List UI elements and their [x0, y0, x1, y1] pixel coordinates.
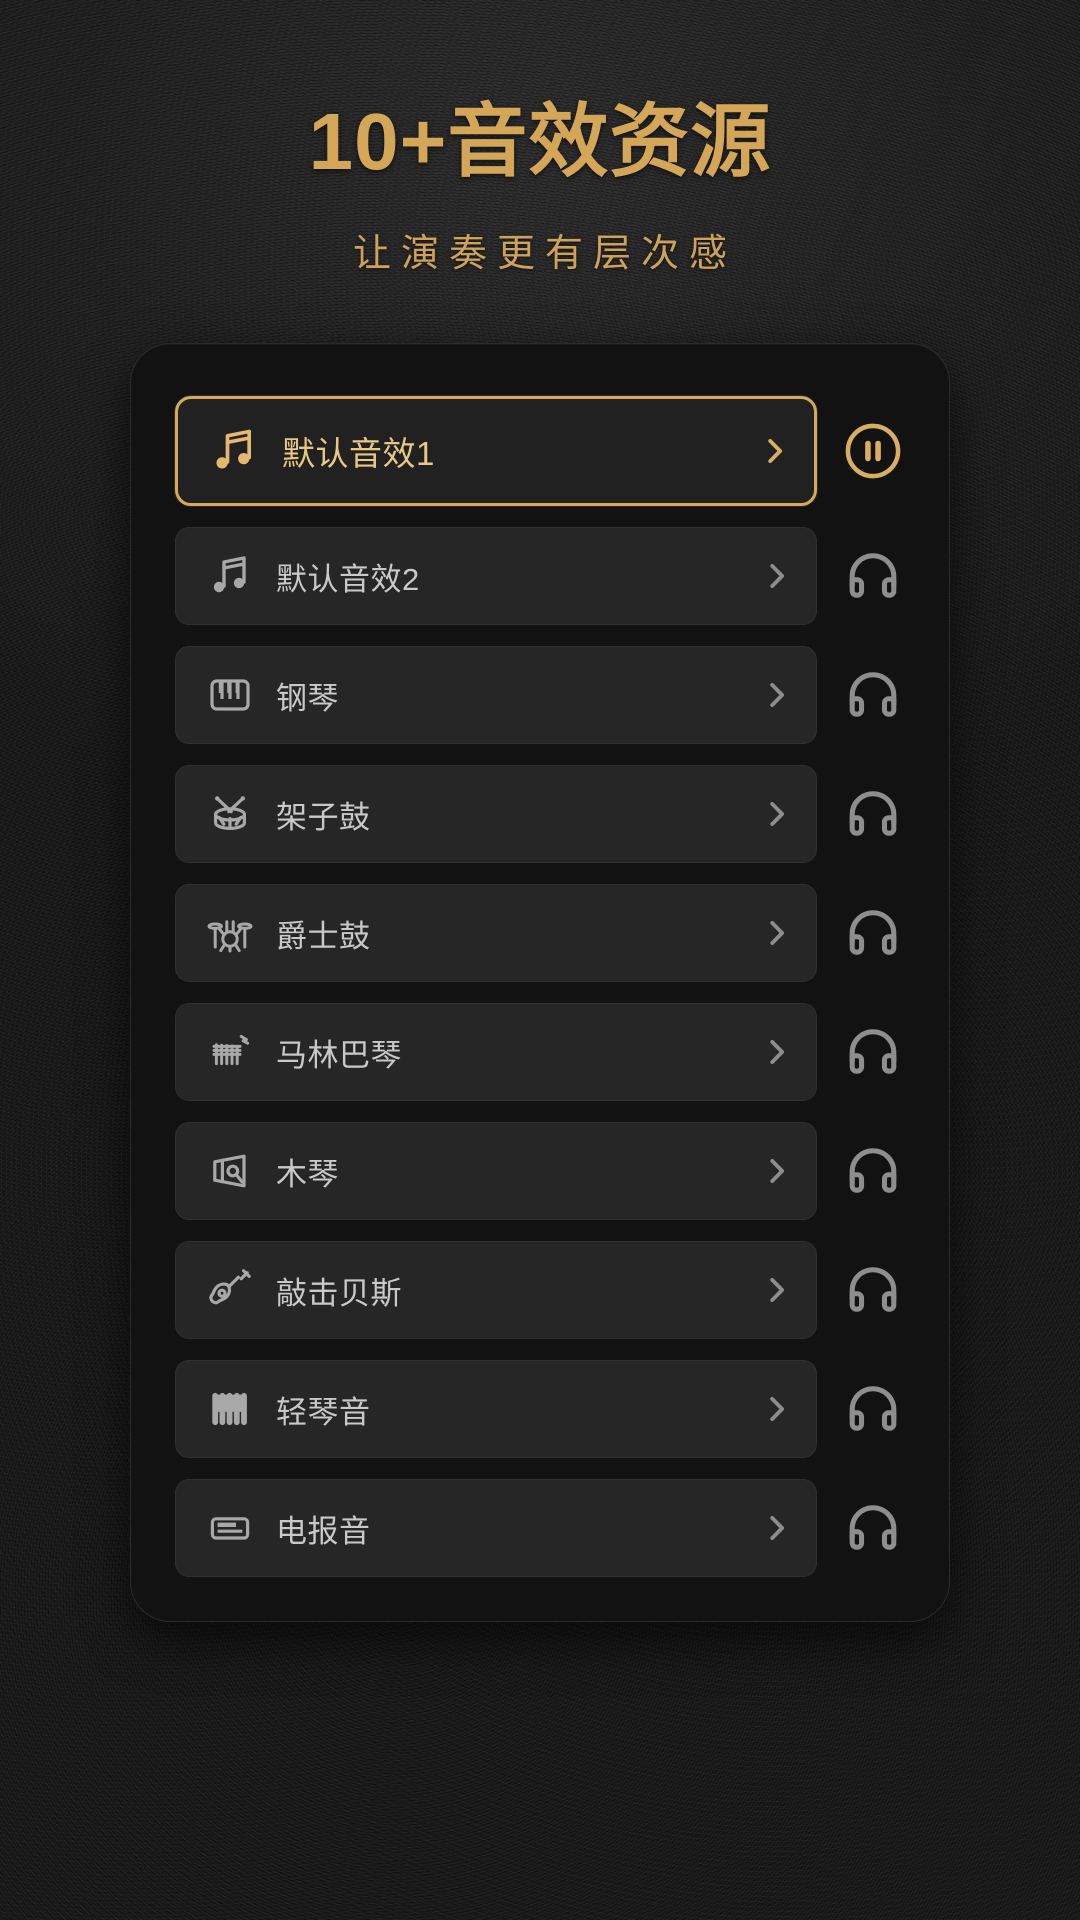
chevron-right-icon[interactable]	[764, 1506, 790, 1550]
sound-row: 木琴	[175, 1122, 905, 1220]
piano-keys-icon	[206, 671, 254, 719]
sound-item-label: 敲击贝斯	[276, 1268, 764, 1313]
sound-row: 敲击贝斯	[175, 1241, 905, 1339]
sound-item-label: 架子鼓	[276, 792, 764, 837]
sound-item-9[interactable]: 轻琴音	[175, 1360, 817, 1458]
sound-row: 默认音效2	[175, 527, 905, 625]
pause-circle-icon[interactable]	[841, 419, 905, 483]
sound-item-label: 爵士鼓	[276, 911, 764, 956]
sound-row: 电报音	[175, 1479, 905, 1577]
music-note-icon	[208, 425, 260, 477]
sound-item-label: 默认音效1	[282, 427, 762, 475]
sound-row: 马林巴琴	[175, 1003, 905, 1101]
headphone-icon[interactable]	[841, 1496, 905, 1560]
chevron-right-icon[interactable]	[764, 1268, 790, 1312]
snare-drum-icon	[206, 790, 254, 838]
promo-header: 10+音效资源 让演奏更有层次感	[0, 0, 1080, 277]
sound-panel-wrapper: 默认音效1 默认音效2 钢琴 架子鼓	[130, 343, 950, 1622]
bass-guitar-icon	[206, 1266, 254, 1314]
headphone-icon[interactable]	[841, 544, 905, 608]
sound-item-label: 默认音效2	[276, 554, 764, 599]
page-background: 10+音效资源 让演奏更有层次感 默认音效1 默认音效2 钢琴	[0, 0, 1080, 1920]
headphone-icon[interactable]	[841, 663, 905, 727]
sound-item-label: 钢琴	[276, 673, 764, 718]
chevron-right-icon[interactable]	[762, 429, 788, 473]
chevron-right-icon[interactable]	[764, 792, 790, 836]
chevron-right-icon[interactable]	[764, 554, 790, 598]
headphone-icon[interactable]	[841, 1258, 905, 1322]
headphone-icon[interactable]	[841, 782, 905, 846]
page-title: 10+音效资源	[0, 96, 1080, 188]
sound-panel: 默认音效1 默认音效2 钢琴 架子鼓	[130, 343, 950, 1622]
headphone-icon[interactable]	[841, 1139, 905, 1203]
music-note-icon	[206, 552, 254, 600]
sound-row: 爵士鼓	[175, 884, 905, 982]
headphone-icon[interactable]	[841, 901, 905, 965]
headphone-icon[interactable]	[841, 1020, 905, 1084]
chevron-right-icon[interactable]	[764, 1387, 790, 1431]
sound-row: 轻琴音	[175, 1360, 905, 1458]
sound-item-10[interactable]: 电报音	[175, 1479, 817, 1577]
sound-item-7[interactable]: 木琴	[175, 1122, 817, 1220]
chevron-right-icon[interactable]	[764, 911, 790, 955]
sound-item-label: 木琴	[276, 1149, 764, 1194]
sound-item-label: 轻琴音	[276, 1387, 764, 1432]
sound-item-6[interactable]: 马林巴琴	[175, 1003, 817, 1101]
chevron-right-icon[interactable]	[764, 1030, 790, 1074]
chevron-right-icon[interactable]	[764, 673, 790, 717]
sound-item-5[interactable]: 爵士鼓	[175, 884, 817, 982]
sound-item-4[interactable]: 架子鼓	[175, 765, 817, 863]
sound-item-label: 电报音	[276, 1506, 764, 1551]
keys-bars-icon	[206, 1385, 254, 1433]
sound-item-1[interactable]: 默认音效1	[175, 396, 817, 506]
chevron-right-icon[interactable]	[764, 1149, 790, 1193]
sound-row: 默认音效1	[175, 396, 905, 506]
telegraph-icon	[206, 1504, 254, 1552]
sound-item-8[interactable]: 敲击贝斯	[175, 1241, 817, 1339]
page-subtitle: 让演奏更有层次感	[0, 222, 1080, 277]
sound-item-3[interactable]: 钢琴	[175, 646, 817, 744]
xylophone-icon	[206, 1147, 254, 1195]
sound-list: 默认音效1 默认音效2 钢琴 架子鼓	[175, 396, 905, 1577]
headphone-icon[interactable]	[841, 1377, 905, 1441]
sound-row: 架子鼓	[175, 765, 905, 863]
drum-kit-icon	[206, 909, 254, 957]
marimba-icon	[206, 1028, 254, 1076]
sound-row: 钢琴	[175, 646, 905, 744]
sound-item-2[interactable]: 默认音效2	[175, 527, 817, 625]
sound-item-label: 马林巴琴	[276, 1030, 764, 1075]
